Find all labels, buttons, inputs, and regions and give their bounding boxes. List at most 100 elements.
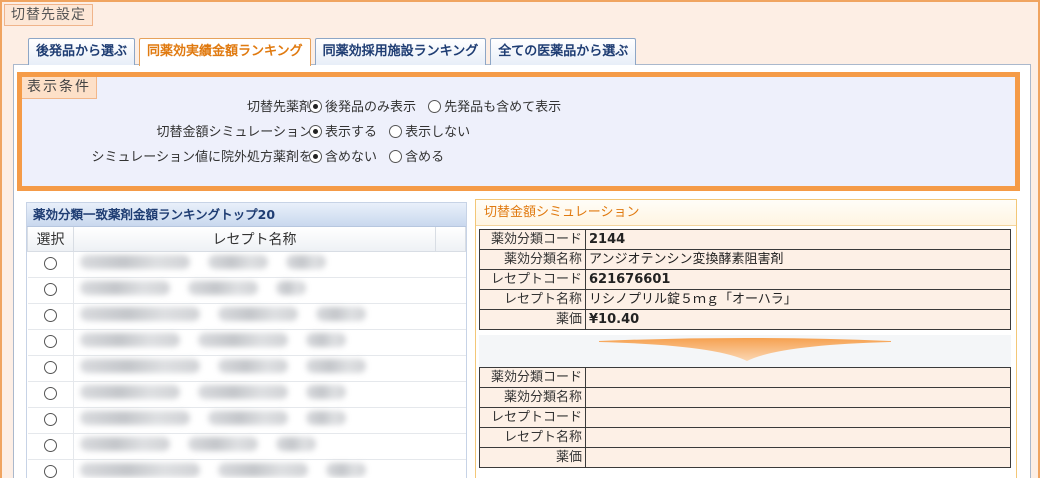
radio-unchecked-icon bbox=[43, 412, 57, 426]
radio-unchecked-icon bbox=[389, 125, 403, 138]
row-select-radio[interactable] bbox=[27, 329, 74, 356]
radio-unchecked-icon bbox=[43, 386, 57, 400]
field-label: レセプト名称 bbox=[479, 289, 586, 310]
column-header-select: 選択 bbox=[27, 227, 74, 252]
redacted-text bbox=[188, 281, 258, 295]
field-label: 薬効分類名称 bbox=[479, 249, 586, 270]
redacted-text bbox=[286, 255, 326, 269]
field-label: 薬効分類名称 bbox=[479, 387, 586, 408]
row-select-radio[interactable] bbox=[27, 459, 74, 478]
table-row[interactable] bbox=[27, 277, 466, 304]
radio-unchecked-icon bbox=[43, 334, 57, 348]
radio-unchecked-icon bbox=[389, 150, 403, 163]
spacer-cell bbox=[435, 381, 466, 408]
receipt-name-cell bbox=[73, 251, 436, 278]
column-header-spacer bbox=[435, 227, 466, 252]
window-title: 切替先設定 bbox=[4, 4, 93, 26]
field-label: 薬価 bbox=[479, 309, 586, 330]
field-label: レセプト名称 bbox=[479, 427, 586, 448]
row-select-radio[interactable] bbox=[27, 381, 74, 408]
receipt-name-cell bbox=[73, 355, 436, 382]
redacted-text bbox=[218, 307, 298, 321]
table-row[interactable] bbox=[27, 433, 466, 460]
redacted-text bbox=[80, 385, 180, 399]
simulation-title: 切替金額シミュレーション bbox=[476, 200, 1016, 226]
table-row[interactable] bbox=[27, 303, 466, 330]
redacted-text bbox=[80, 307, 200, 321]
radio-unchecked-icon bbox=[43, 438, 57, 452]
condition-row-outpatient: シミュレーション値に院外処方薬剤を 含めない 含める bbox=[22, 147, 1015, 169]
row-select-radio[interactable] bbox=[27, 433, 74, 460]
display-conditions-panel: 表示条件 切替先薬剤 後発品のみ表示 先発品も含めて表示 切替金額シミュレーショ… bbox=[17, 72, 1020, 191]
price-value bbox=[585, 447, 1011, 468]
radio-unchecked-icon bbox=[43, 282, 57, 296]
simulation-to-table: 薬効分類コード 薬効分類名称 レセプトコード レセプト名称 薬価 bbox=[479, 367, 1011, 468]
radio-unchecked-icon bbox=[43, 308, 57, 322]
row-select-radio[interactable] bbox=[27, 355, 74, 382]
spacer-cell bbox=[435, 329, 466, 356]
redacted-text bbox=[276, 281, 306, 295]
receipt-name-cell bbox=[73, 329, 436, 356]
condition-label: 切替先薬剤 bbox=[246, 100, 312, 115]
redacted-text bbox=[218, 359, 288, 373]
display-conditions-title: 表示条件 bbox=[22, 77, 97, 99]
table-row[interactable] bbox=[27, 459, 466, 478]
redacted-text bbox=[326, 463, 366, 477]
radio-exclude[interactable]: 含めない bbox=[309, 150, 377, 165]
spacer-cell bbox=[435, 303, 466, 330]
spacer-cell bbox=[435, 433, 466, 460]
radio-show[interactable]: 表示する bbox=[309, 125, 377, 140]
table-row[interactable] bbox=[27, 329, 466, 356]
radio-unchecked-icon bbox=[43, 256, 57, 270]
field-label: 薬効分類コード bbox=[479, 367, 586, 388]
radio-include[interactable]: 含める bbox=[389, 150, 444, 165]
receipt-name-cell bbox=[73, 303, 436, 330]
table-row[interactable] bbox=[27, 407, 466, 434]
down-arrow-icon bbox=[479, 335, 1011, 369]
spacer-cell bbox=[435, 407, 466, 434]
redacted-text bbox=[306, 333, 346, 347]
redacted-text bbox=[188, 437, 258, 451]
radio-hide[interactable]: 表示しない bbox=[389, 125, 470, 140]
condition-label: 切替金額シミュレーション bbox=[156, 125, 312, 140]
row-select-radio[interactable] bbox=[27, 277, 74, 304]
tab-same-efficacy-facility-ranking[interactable]: 同薬効採用施設ランキング bbox=[314, 38, 487, 65]
row-select-radio[interactable] bbox=[27, 251, 74, 278]
redacted-text bbox=[80, 281, 170, 295]
table-row[interactable] bbox=[27, 355, 466, 382]
receipt-name-value: リシノプリル錠５ｍｇ「オーハラ」 bbox=[585, 289, 1011, 310]
redacted-text bbox=[276, 437, 316, 451]
tab-bar: 後発品から選ぶ 同薬効実績金額ランキング 同薬効採用施設ランキング 全ての医薬品… bbox=[28, 38, 640, 66]
tab-all-drugs[interactable]: 全ての医薬品から選ぶ bbox=[490, 38, 637, 65]
redacted-text bbox=[316, 307, 366, 321]
ranking-title: 薬効分類一致薬剤金額ランキングトップ20 bbox=[27, 203, 466, 227]
row-select-radio[interactable] bbox=[27, 303, 74, 330]
tab-generic[interactable]: 後発品から選ぶ bbox=[28, 38, 136, 65]
field-label: 薬効分類コード bbox=[479, 229, 586, 250]
receipt-name-cell bbox=[73, 459, 436, 478]
redacted-text bbox=[306, 359, 366, 373]
ranking-table: 選択 レセプト名称 bbox=[27, 227, 466, 478]
redacted-text bbox=[208, 255, 268, 269]
redacted-text bbox=[198, 385, 288, 399]
field-label: 薬価 bbox=[479, 447, 586, 468]
receipt-name-cell bbox=[73, 433, 436, 460]
condition-label: シミュレーション値に院外処方薬剤を bbox=[91, 150, 312, 165]
efficacy-code-value: 2144 bbox=[585, 229, 1011, 250]
receipt-code-value: 621676601 bbox=[585, 269, 1011, 290]
radio-unchecked-icon bbox=[428, 100, 442, 113]
column-header-receipt-name: レセプト名称 bbox=[73, 227, 436, 252]
radio-include-brand[interactable]: 先発品も含めて表示 bbox=[428, 100, 561, 115]
radio-checked-icon bbox=[309, 150, 322, 163]
redacted-text bbox=[306, 411, 346, 425]
radio-generic-only[interactable]: 後発品のみ表示 bbox=[309, 100, 416, 115]
ranking-panel: 薬効分類一致薬剤金額ランキングトップ20 選択 レセプト名称 bbox=[26, 202, 467, 478]
receipt-name-cell bbox=[73, 277, 436, 304]
spacer-cell bbox=[435, 277, 466, 304]
row-select-radio[interactable] bbox=[27, 407, 74, 434]
tab-same-efficacy-amount-ranking[interactable]: 同薬効実績金額ランキング bbox=[139, 38, 311, 66]
redacted-text bbox=[80, 437, 170, 451]
table-row[interactable] bbox=[27, 381, 466, 408]
radio-unchecked-icon bbox=[43, 360, 57, 374]
table-row[interactable] bbox=[27, 251, 466, 278]
